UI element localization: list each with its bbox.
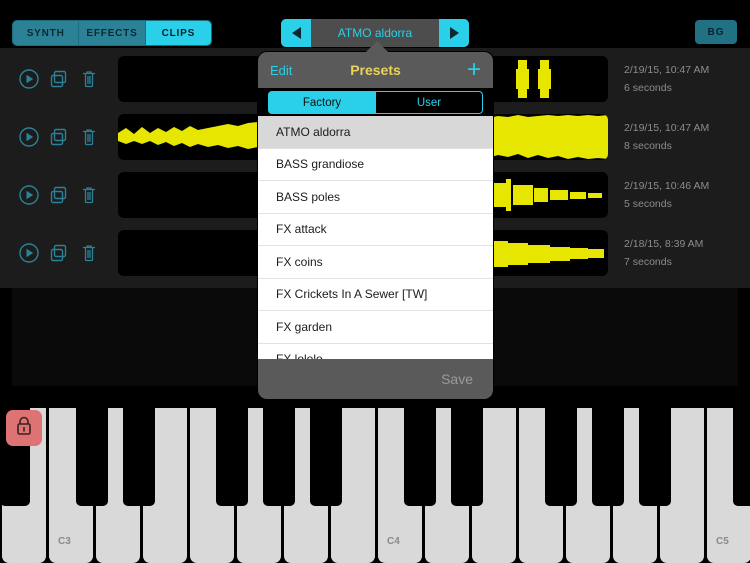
clip-duration: 7 seconds <box>624 255 672 268</box>
tab-clips[interactable]: CLIPS <box>145 21 211 45</box>
black-key[interactable] <box>310 408 342 506</box>
preset-list[interactable]: ATMO aldorra BASS grandiose BASS poles F… <box>258 116 493 359</box>
list-item[interactable]: FX Crickets In A Sewer [TW] <box>258 278 493 311</box>
tab-synth[interactable]: SYNTH <box>13 21 80 45</box>
piano-keyboard[interactable]: C3 C4 C5 <box>0 408 750 563</box>
list-item[interactable]: FX garden <box>258 311 493 344</box>
duplicate-icon[interactable] <box>48 242 70 264</box>
clip-date: 2/19/15, 10:47 AM <box>624 63 710 76</box>
clip-date: 2/19/15, 10:46 AM <box>624 179 710 192</box>
play-icon[interactable] <box>18 68 40 90</box>
duplicate-icon[interactable] <box>48 126 70 148</box>
black-key[interactable] <box>404 408 436 506</box>
key-label-c3: C3 <box>58 536 71 547</box>
clip-actions <box>0 50 118 107</box>
trash-icon[interactable] <box>78 242 100 264</box>
list-item[interactable]: BASS grandiose <box>258 148 493 181</box>
next-preset-button[interactable] <box>439 19 469 47</box>
presets-popover: Edit Presets + Factory User ATMO aldorra… <box>258 41 493 405</box>
lock-icon <box>14 415 34 442</box>
tab-effects[interactable]: EFFECTS <box>79 21 146 45</box>
clip-date: 2/19/15, 10:47 AM <box>624 121 710 134</box>
black-key[interactable] <box>263 408 295 506</box>
clip-actions <box>0 166 118 223</box>
clip-meta: 2/18/15, 8:39 AM 7 seconds <box>608 235 750 271</box>
list-item[interactable]: FX attack <box>258 213 493 246</box>
keyboard-lock-button[interactable] <box>6 410 42 446</box>
page-title: Presets <box>350 62 401 78</box>
preset-source-tabs[interactable]: Factory User <box>258 88 493 116</box>
triangle-left-icon <box>291 27 301 39</box>
duplicate-icon[interactable] <box>48 184 70 206</box>
trash-icon[interactable] <box>78 184 100 206</box>
prev-preset-button[interactable] <box>281 19 311 47</box>
black-key[interactable] <box>592 408 624 506</box>
clip-duration: 6 seconds <box>624 81 672 94</box>
clip-meta: 2/19/15, 10:47 AM 6 seconds <box>608 61 750 97</box>
list-item[interactable]: ATMO aldorra <box>258 116 493 149</box>
clip-duration: 5 seconds <box>624 197 672 210</box>
black-key[interactable] <box>545 408 577 506</box>
bg-button[interactable]: BG <box>695 20 737 44</box>
app-root: SYNTH EFFECTS CLIPS ATMO aldorra BG 2/19… <box>0 0 750 563</box>
tab-user[interactable]: User <box>376 91 483 114</box>
trash-icon[interactable] <box>78 126 100 148</box>
clip-date: 2/18/15, 8:39 AM <box>624 237 704 250</box>
key-label-c4: C4 <box>387 536 400 547</box>
play-icon[interactable] <box>18 184 40 206</box>
list-item[interactable]: BASS poles <box>258 181 493 214</box>
add-preset-icon[interactable]: + <box>467 58 481 82</box>
play-icon[interactable] <box>18 126 40 148</box>
black-key[interactable] <box>733 408 750 506</box>
clip-meta: 2/19/15, 10:47 AM 8 seconds <box>608 119 750 155</box>
tab-factory[interactable]: Factory <box>268 91 376 114</box>
triangle-right-icon <box>449 27 459 39</box>
play-icon[interactable] <box>18 242 40 264</box>
clip-meta: 2/19/15, 10:46 AM 5 seconds <box>608 177 750 213</box>
key-label-c5: C5 <box>716 536 729 547</box>
edit-button[interactable]: Edit <box>270 63 292 78</box>
black-key[interactable] <box>123 408 155 506</box>
duplicate-icon[interactable] <box>48 68 70 90</box>
popover-header: Edit Presets + <box>258 52 493 88</box>
clip-actions <box>0 224 118 281</box>
list-item[interactable]: FX lololo <box>258 343 493 359</box>
list-item[interactable]: FX coins <box>258 246 493 279</box>
black-key[interactable] <box>76 408 108 506</box>
mode-segmented-control[interactable]: SYNTH EFFECTS CLIPS <box>12 20 212 46</box>
trash-icon[interactable] <box>78 68 100 90</box>
popover-footer: Save <box>258 359 493 399</box>
black-key[interactable] <box>639 408 671 506</box>
black-key[interactable] <box>451 408 483 506</box>
popover-caret-icon <box>366 41 388 52</box>
clip-actions <box>0 108 118 165</box>
save-button[interactable]: Save <box>441 371 473 387</box>
black-key[interactable] <box>216 408 248 506</box>
clip-duration: 8 seconds <box>624 139 672 152</box>
